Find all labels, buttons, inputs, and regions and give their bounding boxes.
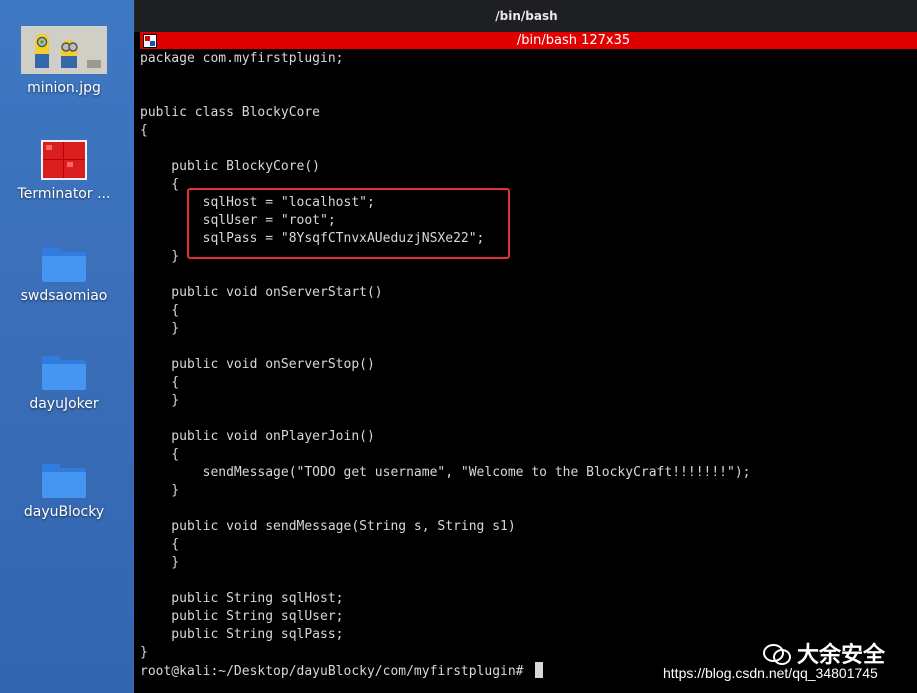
desktop-icon-label: swdsaomiao — [20, 288, 108, 304]
terminal-line: public void onServerStop() — [140, 357, 375, 372]
terminal-line: } — [140, 555, 180, 570]
terminal-line: { — [140, 537, 180, 552]
text-cursor — [535, 662, 544, 678]
terminal-window[interactable]: /bin/bash /bin/bash 127x35 package com.m… — [134, 0, 917, 693]
desktop-icon-terminator[interactable]: Terminator ... — [0, 140, 128, 202]
terminal-tab-bar[interactable]: /bin/bash 127x35 — [140, 32, 917, 49]
terminal-line: { — [140, 123, 148, 138]
window-titlebar[interactable]: /bin/bash — [134, 0, 917, 32]
watermark: 大余安全 — [763, 640, 885, 668]
terminal-line: } — [140, 393, 180, 408]
credentials-highlight-box — [187, 188, 510, 259]
terminal-line: public class BlockyCore — [140, 105, 321, 120]
folder-icon — [42, 248, 86, 282]
terminal-line: public void onServerStart() — [140, 285, 383, 300]
desktop-icon-minion[interactable]: minion.jpg — [0, 26, 128, 96]
terminal-line: package com.myfirstplugin; — [140, 51, 344, 66]
wechat-icon — [763, 642, 791, 665]
terminal-line: } — [140, 483, 180, 498]
desktop-icon-label: minion.jpg — [27, 80, 101, 96]
desktop-icon-swdsaomiao[interactable]: swdsaomiao — [0, 248, 128, 304]
terminal-line: } — [140, 321, 180, 336]
terminal-line: { — [140, 375, 180, 390]
terminator-app-icon — [41, 140, 87, 180]
terminal-line: public void sendMessage(String s, String… — [140, 519, 516, 534]
image-thumbnail-icon — [21, 26, 107, 74]
terminal-line: { — [140, 447, 180, 462]
terminal-line: { — [140, 303, 180, 318]
terminal-line: public void onPlayerJoin() — [140, 429, 375, 444]
desktop-icon-dayublocky[interactable]: dayuBlocky — [0, 464, 128, 520]
shell-prompt: root@kali:~/Desktop/dayuBlocky/com/myfir… — [140, 664, 532, 679]
desktop: minion.jpg Terminator ... swdsaomiao day… — [0, 0, 917, 693]
desktop-icon-area: minion.jpg Terminator ... swdsaomiao day… — [0, 0, 134, 693]
source-url: https://blog.csdn.net/qq_34801745 — [663, 665, 878, 681]
desktop-icon-label: Terminator ... — [17, 186, 111, 202]
terminal-line: public String sqlHost; — [140, 591, 344, 606]
terminal-line: sendMessage("TODO get username", "Welcom… — [140, 465, 751, 480]
terminal-line: public BlockyCore() — [140, 159, 321, 174]
terminal-output[interactable]: package com.myfirstplugin; public class … — [140, 50, 910, 680]
desktop-icon-label: dayuBlocky — [23, 504, 105, 520]
desktop-icon-label: dayuJoker — [29, 396, 99, 412]
folder-icon — [42, 356, 86, 390]
terminal-line: public String sqlUser; — [140, 609, 344, 624]
desktop-icon-dayujoker[interactable]: dayuJoker — [0, 356, 128, 412]
window-title: /bin/bash — [495, 9, 558, 23]
terminal-tab-title: /bin/bash 127x35 — [516, 33, 631, 48]
folder-icon — [42, 464, 86, 498]
